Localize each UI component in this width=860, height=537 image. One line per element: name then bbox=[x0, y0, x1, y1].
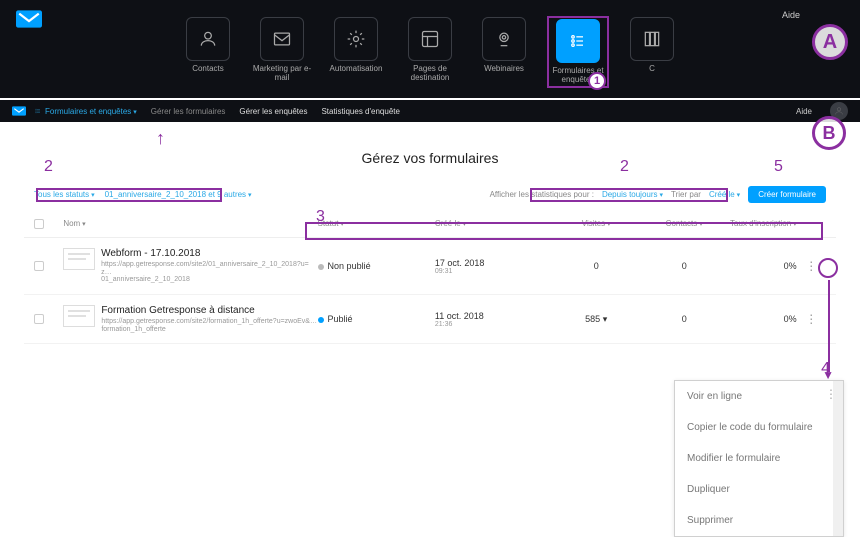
form-thumbnail bbox=[63, 305, 95, 327]
annotation-arrow-line bbox=[828, 280, 830, 372]
page-content: Gérez vos formulaires Tous les statuts 0… bbox=[0, 122, 860, 344]
filter-left: Tous les statuts 01_anniversaire_2_10_20… bbox=[34, 190, 252, 199]
filter-right: Afficher les statistiques pour : Depuis … bbox=[490, 186, 826, 203]
annotation-num-2b: 2 bbox=[620, 158, 629, 176]
help-link-sub[interactable]: Aide bbox=[796, 107, 812, 116]
nav-automation[interactable]: Automatisation bbox=[326, 17, 386, 74]
annotation-num-5: 5 bbox=[774, 158, 783, 176]
nav-label: Pages de destination bbox=[400, 65, 460, 83]
top-header: Aide Contacts Marketing par e-mail Autom… bbox=[0, 0, 860, 98]
form-title[interactable]: Webform - 17.10.2018 bbox=[101, 248, 317, 259]
help-link-top[interactable]: Aide bbox=[782, 10, 800, 20]
sub-manage-surveys[interactable]: Gérer les enquêtes bbox=[239, 107, 307, 116]
nav-label: Automatisation bbox=[330, 65, 383, 74]
table-header: Nom Statut Créé le Visites Contacts Taux… bbox=[24, 211, 836, 238]
layout-icon bbox=[408, 17, 452, 61]
form-url: https://app.getresponse.com/site2/01_ann… bbox=[101, 261, 317, 276]
col-status-header[interactable]: Statut bbox=[318, 219, 435, 229]
annotation-num-1: 1 bbox=[588, 72, 606, 90]
webcam-icon bbox=[482, 17, 526, 61]
col-contacts-header[interactable]: Contacts bbox=[640, 219, 728, 229]
row-checkbox[interactable] bbox=[34, 261, 44, 271]
nav-crm[interactable]: C bbox=[622, 17, 682, 74]
table-row: Webform - 17.10.2018 https://app.getresp… bbox=[24, 238, 836, 295]
columns-icon bbox=[630, 17, 674, 61]
contacts-icon bbox=[186, 17, 230, 61]
filter-statuses[interactable]: Tous les statuts bbox=[34, 190, 95, 199]
form-thumbnail bbox=[63, 248, 95, 270]
nav-webinars[interactable]: Webinaires bbox=[474, 17, 534, 74]
nav-label: Contacts bbox=[192, 65, 224, 74]
forms-table: Nom Statut Créé le Visites Contacts Taux… bbox=[24, 211, 836, 344]
col-visits-header[interactable]: Visites bbox=[552, 219, 640, 229]
sub-survey-stats[interactable]: Statistiques d'enquête bbox=[321, 107, 399, 116]
annotation-num-3: 3 bbox=[316, 208, 325, 226]
col-created-header[interactable]: Créé le bbox=[435, 219, 552, 229]
sort-label: Trier par bbox=[671, 190, 701, 199]
nav-label: Webinaires bbox=[484, 65, 524, 74]
select-all-checkbox[interactable] bbox=[34, 219, 44, 229]
created-date: 11 oct. 2018 bbox=[435, 311, 552, 321]
form-title[interactable]: Formation Getresponse à distance bbox=[101, 305, 317, 316]
contacts-value: 0 bbox=[640, 314, 728, 324]
popup-dots-icon: ⋮ bbox=[825, 387, 837, 401]
stats-label: Afficher les statistiques pour : bbox=[490, 190, 594, 199]
envelope-icon bbox=[260, 17, 304, 61]
annotation-circle-actions bbox=[818, 258, 838, 278]
row-actions-button[interactable]: ⋮ bbox=[805, 259, 817, 273]
form-list: formation_1h_offerte bbox=[101, 326, 317, 334]
form-list: 01_anniversaire_2_10_2018 bbox=[101, 276, 317, 284]
sub-manage-forms[interactable]: Gérer les formulaires bbox=[151, 107, 226, 116]
annotation-num-2: 2 bbox=[44, 158, 53, 176]
filter-bar: Tous les statuts 01_anniversaire_2_10_20… bbox=[24, 186, 836, 211]
sort-select[interactable]: Créé le bbox=[709, 190, 740, 199]
create-form-button[interactable]: Créer formulaire bbox=[748, 186, 826, 203]
rate-value: 0% bbox=[728, 261, 796, 271]
table-row: Formation Getresponse à distance https:/… bbox=[24, 295, 836, 344]
app-logo[interactable] bbox=[16, 10, 42, 28]
app-logo-small[interactable] bbox=[12, 106, 26, 116]
col-rate-header[interactable]: Taux d'inscription bbox=[728, 219, 796, 229]
list-icon bbox=[556, 19, 600, 63]
nav-label: Marketing par e-mail bbox=[252, 65, 312, 83]
annotation-badge-a: A bbox=[812, 24, 848, 60]
created-date: 17 oct. 2018 bbox=[435, 258, 552, 268]
popup-edit-form[interactable]: Modifier le formulaire bbox=[675, 443, 843, 474]
nav-landing-pages[interactable]: Pages de destination bbox=[400, 17, 460, 83]
gear-icon bbox=[334, 17, 378, 61]
nav-label: C bbox=[649, 65, 655, 74]
popup-delete[interactable]: Supprimer bbox=[675, 505, 843, 536]
created-time: 09:31 bbox=[435, 268, 552, 275]
status-text: Publié bbox=[328, 314, 353, 324]
sub-menu-dropdown[interactable]: Formulaires et enquêtes bbox=[34, 107, 137, 116]
row-actions-menu: ⋮ Voir en ligne Copier le code du formul… bbox=[674, 380, 844, 537]
nav-email-marketing[interactable]: Marketing par e-mail bbox=[252, 17, 312, 83]
main-nav: Contacts Marketing par e-mail Automatisa… bbox=[178, 17, 682, 87]
popup-view-online[interactable]: Voir en ligne bbox=[675, 381, 843, 412]
popup-scrollbar[interactable] bbox=[833, 381, 843, 536]
page-title: Gérez vos formulaires bbox=[24, 150, 836, 166]
row-checkbox[interactable] bbox=[34, 314, 44, 324]
rate-value: 0% bbox=[728, 314, 796, 324]
nav-contacts[interactable]: Contacts bbox=[178, 17, 238, 74]
form-url: https://app.getresponse.com/site2/format… bbox=[101, 318, 317, 326]
status-dot-icon bbox=[318, 264, 324, 270]
stats-period-select[interactable]: Depuis toujours bbox=[602, 190, 663, 199]
status-dot-icon bbox=[318, 317, 324, 323]
visits-value[interactable]: 585 ▾ bbox=[552, 314, 640, 325]
row-actions-button[interactable]: ⋮ bbox=[805, 312, 817, 326]
visits-value: 0 bbox=[552, 261, 640, 271]
sub-header: Formulaires et enquêtes Gérer les formul… bbox=[0, 98, 860, 122]
col-name-header[interactable]: Nom bbox=[63, 219, 317, 229]
status-text: Non publié bbox=[328, 261, 371, 271]
filter-lists[interactable]: 01_anniversaire_2_10_2018 et 9 autres bbox=[105, 190, 252, 199]
popup-copy-code[interactable]: Copier le code du formulaire bbox=[675, 412, 843, 443]
contacts-value: 0 bbox=[640, 261, 728, 271]
created-time: 21:36 bbox=[435, 321, 552, 328]
popup-duplicate[interactable]: Dupliquer bbox=[675, 474, 843, 505]
